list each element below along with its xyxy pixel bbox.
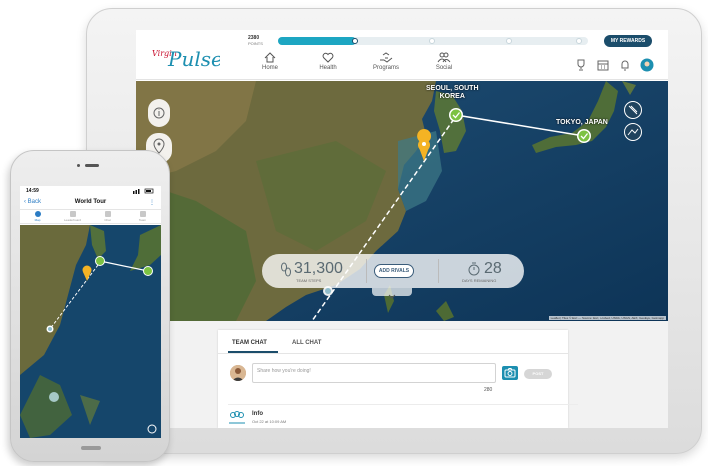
map-attribution[interactable]: Leaflet | Tiles © Esri — Source: Esri, i… [548, 316, 666, 320]
phone-tab-leaderboard[interactable]: Leaderboard [55, 211, 90, 222]
nav-programs[interactable]: Programs [358, 52, 414, 78]
app-header: Virgin Pulse 2380 POINTS MY REWARDS Home [136, 30, 668, 80]
my-rewards-button[interactable]: MY REWARDS [604, 35, 652, 47]
nav-social-label: Social [435, 65, 453, 71]
camera-icon [504, 368, 516, 378]
chat-message-row: Info Oct 22 at 10:09 AM [228, 404, 578, 428]
progress-fill [278, 37, 356, 45]
heart-icon [322, 52, 334, 63]
days-remaining-label: DAYS REMAINING [462, 278, 497, 283]
city-label-seoul: SEOUL, SOUTH KOREA [426, 85, 479, 101]
phone-tab-label: Map [34, 218, 41, 222]
phone-device: 14:59 ‹ Back World Tour ⋮ Map Leaderboar… [10, 150, 170, 462]
more-icon[interactable]: ⋮ [149, 199, 155, 206]
nav-social[interactable]: Social [416, 52, 472, 78]
bell-icon[interactable] [618, 58, 632, 72]
user-avatar [230, 365, 246, 381]
post-button[interactable]: POST [524, 369, 552, 379]
stats-collapse-toggle[interactable] [372, 288, 412, 299]
city-label-line: SEOUL, SOUTH [426, 85, 479, 92]
world-tour-map[interactable]: SEOUL, SOUTH KOREA TOKYO, JAPAN 31,300 T… [136, 81, 668, 321]
social-icon [437, 52, 451, 63]
signal-battery-icon [133, 188, 154, 194]
phone-tab-team[interactable]: Team [125, 211, 160, 222]
virgin-pulse-logo[interactable]: Virgin Pulse [150, 38, 223, 72]
chat-panel: TEAM CHAT ALL CHAT Share how you're doin… [218, 330, 578, 428]
map-tab-icon [34, 211, 41, 217]
city-label-tokyo: TOKYO, JAPAN [556, 119, 608, 127]
team-tab-icon [139, 211, 146, 217]
city-label-line: TOKYO, JAPAN [556, 119, 608, 126]
phone-page-title: World Tour [74, 199, 107, 205]
phone-nav-bar: ‹ Back World Tour ⋮ [20, 196, 161, 210]
progress-milestone [429, 38, 435, 44]
progress-milestone [576, 38, 582, 44]
phone-map[interactable] [20, 225, 161, 438]
days-remaining-value: 28 [484, 260, 502, 277]
profile-avatar-icon[interactable] [640, 58, 654, 72]
character-counter: 280 [484, 387, 493, 393]
chat-tab-icon [104, 211, 111, 217]
nav-health[interactable]: Health [300, 52, 356, 78]
message-timestamp: Oct 22 at 10:09 AM [252, 419, 287, 424]
stats-divider [366, 259, 367, 283]
nav-home[interactable]: Home [242, 52, 298, 78]
footsteps-icon [281, 262, 291, 277]
team-steps-value: 31,300 [294, 260, 343, 277]
nav-home-label: Home [261, 65, 278, 71]
tablet-screen: Virgin Pulse 2380 POINTS MY REWARDS Home [136, 30, 668, 428]
row-divider [228, 404, 578, 405]
nav-programs-label: Programs [372, 65, 399, 71]
trophy-icon[interactable] [574, 58, 588, 72]
map-layer-icon [628, 105, 638, 115]
progress-milestone [506, 38, 512, 44]
team-stats-bar: 31,300 TEAM STEPS ADD RIVALS 28 DAYS REM… [262, 254, 524, 288]
tab-team-chat[interactable]: TEAM CHAT [232, 340, 267, 346]
stats-divider [438, 259, 439, 283]
add-rivals-button[interactable]: ADD RIVALS [374, 264, 414, 278]
team-steps-label: TEAM STEPS [296, 278, 322, 283]
map-view-button[interactable] [624, 123, 642, 141]
phone-tabs: Map Leaderboard Chat Team [20, 210, 161, 224]
phone-screen: 14:59 ‹ Back World Tour ⋮ Map Leaderboar… [20, 186, 161, 438]
phone-speaker [85, 164, 99, 167]
stage: Virgin Pulse 2380 POINTS MY REWARDS Home [0, 0, 708, 466]
map-terrain-icon [627, 128, 639, 136]
points-label: POINTS [248, 41, 263, 46]
points-display: 2380 POINTS [248, 35, 263, 47]
status-bar: 14:59 [20, 186, 161, 196]
points-progress-bar [278, 37, 588, 45]
calendar-icon[interactable] [596, 58, 610, 72]
phone-tab-chat[interactable]: Chat [90, 211, 125, 222]
leaderboard-tab-icon [69, 211, 76, 217]
phone-satellite-map [20, 225, 161, 438]
programs-icon [380, 52, 393, 63]
stopwatch-icon [468, 262, 480, 276]
phone-tab-label: Leaderboard [63, 218, 81, 222]
info-pin-icon [153, 107, 165, 119]
progress-milestone [352, 38, 358, 44]
nav-health-label: Health [319, 65, 337, 71]
tab-divider [218, 353, 568, 354]
tab-all-chat[interactable]: ALL CHAT [292, 340, 321, 346]
group-icon [229, 411, 245, 424]
home-icon [264, 52, 276, 63]
phone-tab-label: Chat [104, 218, 111, 222]
status-time: 14:59 [26, 188, 39, 194]
home-indicator[interactable] [81, 445, 101, 451]
chevron-down-icon [388, 294, 396, 299]
front-camera [77, 164, 80, 167]
main-nav: Home Health Programs Social [242, 52, 482, 78]
city-label-line: KOREA [439, 93, 465, 100]
location-info-button[interactable] [148, 99, 170, 127]
phone-tab-label: Team [138, 218, 147, 222]
photo-upload-button[interactable] [502, 366, 518, 380]
header-icons [568, 58, 658, 72]
active-tab-indicator [228, 351, 278, 353]
logo-text: Pulse [167, 47, 220, 71]
phone-tab-map[interactable]: Map [20, 211, 55, 222]
message-title: Info [252, 411, 263, 417]
zoom-control-button[interactable] [624, 101, 642, 119]
chat-message-input[interactable]: Share how you're doing! [252, 363, 496, 383]
